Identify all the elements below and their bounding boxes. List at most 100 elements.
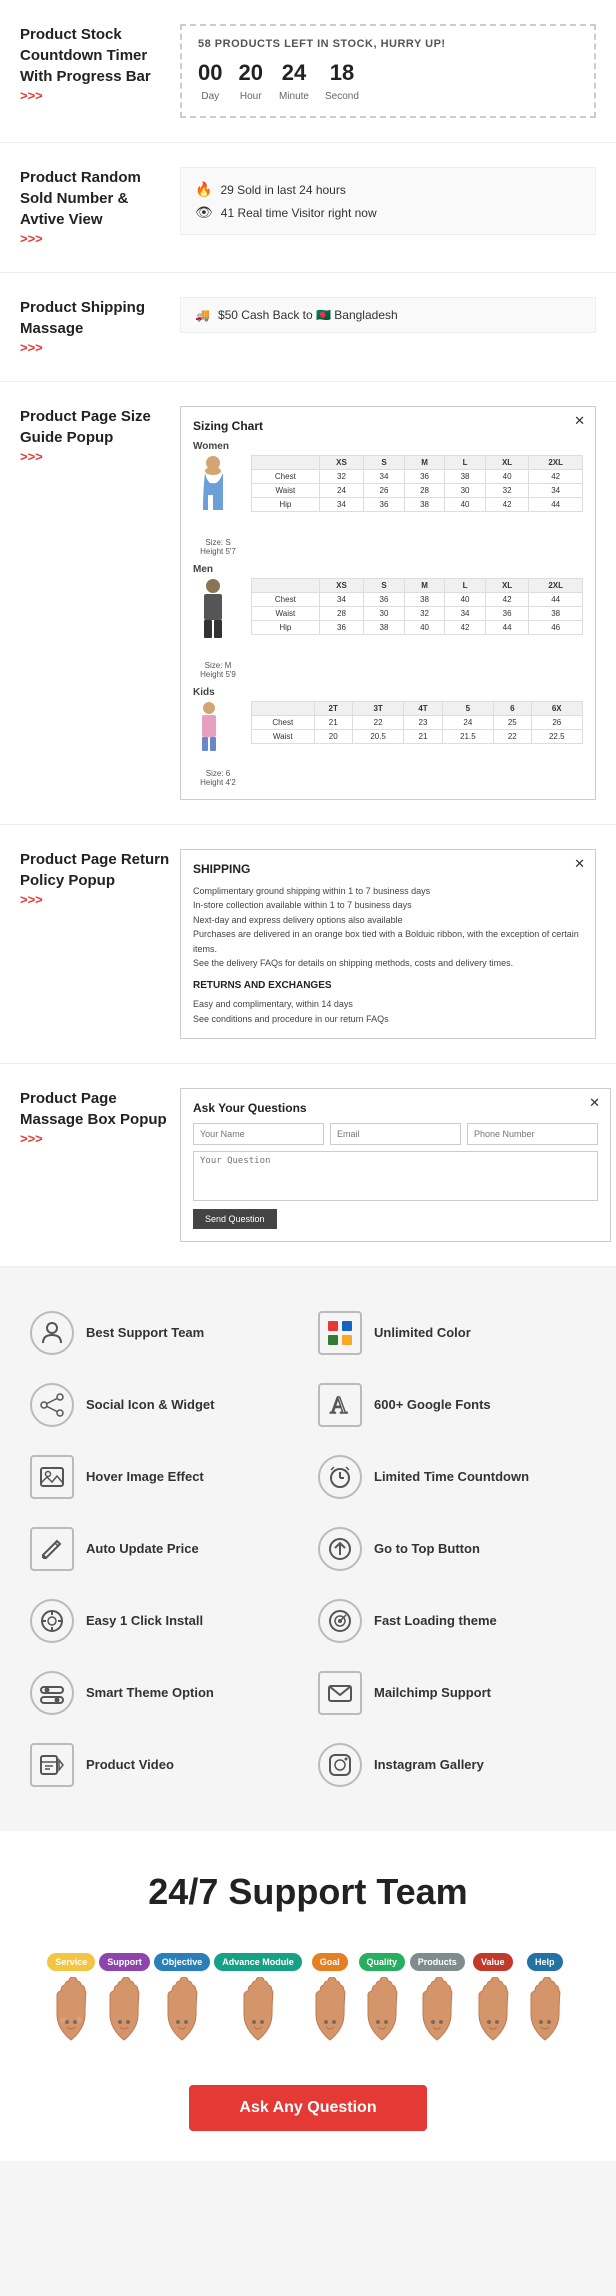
feature-instagram-label: Instagram Gallery (374, 1757, 484, 1774)
sizeguide-popup-title: Sizing Chart (193, 419, 583, 433)
messagebox-popup-title: Ask Your Questions (193, 1101, 598, 1115)
hand-products: Products (410, 1953, 465, 2045)
bubble-objective: Objective (154, 1953, 211, 1971)
install-icon (30, 1599, 74, 1643)
sizeguide-popup: ✕ Sizing Chart Women Size: SHeight 5'7 X… (180, 406, 596, 800)
feature-google-fonts-label: 600+ Google Fonts (374, 1397, 491, 1414)
support-icon (30, 1311, 74, 1355)
timer-minute-number: 24 (279, 60, 309, 86)
fonts-icon: A (318, 1383, 362, 1427)
men-size-table: XSSMLXL2XL Chest343638404244 Waist283032… (251, 578, 583, 635)
hand-svg-products (413, 1975, 461, 2045)
feature-auto-update-label: Auto Update Price (86, 1541, 199, 1558)
phone-field[interactable] (467, 1123, 598, 1145)
timer-day-label: Day (201, 91, 219, 102)
question-textarea[interactable] (193, 1151, 598, 1201)
timer-hour: 20 Hour (238, 60, 262, 104)
messagebox-widget: ✕ Ask Your Questions Send Question (180, 1088, 611, 1242)
alarm-icon (326, 1463, 354, 1491)
countdown-title: Product Stock Countdown Timer With Progr… (20, 24, 170, 87)
hand-svg-quality (358, 1975, 406, 2045)
feature-mailchimp-label: Mailchimp Support (374, 1685, 491, 1702)
message-form: Send Question (193, 1123, 598, 1229)
toggle-icon (30, 1671, 74, 1715)
feature-unlimited-color: Unlimited Color (308, 1297, 596, 1369)
return-section2-title: RETURNS AND EXCHANGES (193, 978, 583, 994)
social-icon (30, 1383, 74, 1427)
sizeguide-arrows: >>> (20, 449, 43, 464)
feature-mailchimp: Mailchimp Support (308, 1657, 596, 1729)
speed-icon (318, 1599, 362, 1643)
shipping-box: 🚚 $50 Cash Back to 🇧🇩 Bangladesh (180, 297, 596, 333)
messagebox-section: Product Page Massage Box Popup >>> ✕ Ask… (0, 1064, 616, 1267)
hand-svg-goal (306, 1975, 354, 2045)
timer-second-number: 18 (325, 60, 359, 86)
return-line1: Complimentary ground shipping within 1 t… (193, 884, 583, 898)
feature-product-video: Product Video (20, 1729, 308, 1801)
returnpolicy-popup: ✕ SHIPPING Complimentary ground shipping… (180, 849, 596, 1039)
return-line3: Next-day and express delivery options al… (193, 913, 583, 927)
sold-row2: 👁 41 Real time Visitor right now (195, 201, 581, 224)
hover-image-icon (38, 1463, 66, 1491)
camera-instagram-icon (326, 1751, 354, 1779)
hand-support: Support (99, 1953, 150, 2045)
kids-label: Kids (193, 687, 583, 698)
feature-1click: Easy 1 Click Install (20, 1585, 308, 1657)
svg-text:A: A (330, 1393, 348, 1419)
feature-social-icon: Social Icon & Widget (20, 1369, 308, 1441)
bubble-support: Support (99, 1953, 150, 1971)
timer-hour-label: Hour (240, 91, 262, 102)
feature-auto-update: Auto Update Price (20, 1513, 308, 1585)
feature-google-fonts: A 600+ Google Fonts (308, 1369, 596, 1441)
speedometer-icon (326, 1607, 354, 1635)
feature-fast-loading: Fast Loading theme (308, 1585, 596, 1657)
timer-second-label: Second (325, 91, 359, 102)
feature-go-top: Go to Top Button (308, 1513, 596, 1585)
close-icon[interactable]: ✕ (574, 856, 585, 872)
sold-row1: 🔥 29 Sold in last 24 hours (195, 178, 581, 201)
hand-help: Help (521, 1953, 569, 2045)
sold-section: Product Random Sold Number & Avtive View… (0, 143, 616, 273)
features-grid-section: Best Support Team Unlimited Color (0, 1267, 616, 1831)
countdown-label: Product Stock Countdown Timer With Progr… (20, 24, 180, 105)
returnpolicy-arrows: >>> (20, 892, 43, 907)
feature-instagram: Instagram Gallery (308, 1729, 596, 1801)
hand-quality: Quality (358, 1953, 406, 2045)
return-line6: Easy and complimentary, within 14 days (193, 997, 583, 1011)
timer-day: 00 Day (198, 60, 222, 104)
support-section: 24/7 Support Team Service Support (0, 1831, 616, 2161)
sold-widget: 🔥 29 Sold in last 24 hours 👁 41 Real tim… (180, 167, 596, 235)
feature-1click-label: Easy 1 Click Install (86, 1613, 203, 1630)
bubble-help: Help (527, 1953, 563, 1971)
go-top-icon (318, 1527, 362, 1571)
countdown-box: 58 PRODUCTS LEFT IN STOCK, HURRY UP! 00 … (180, 24, 596, 118)
sold-title: Product Random Sold Number & Avtive View (20, 167, 170, 230)
sold-arrows: >>> (20, 231, 43, 246)
sold-box: 🔥 29 Sold in last 24 hours 👁 41 Real tim… (180, 167, 596, 235)
feature-fast-loading-label: Fast Loading theme (374, 1613, 497, 1630)
msg-row-1 (193, 1123, 598, 1145)
bubble-advance: Advance Module (214, 1953, 302, 1971)
messagebox-title: Product Page Massage Box Popup (20, 1088, 170, 1130)
color-icon (318, 1311, 362, 1355)
send-question-button[interactable]: Send Question (193, 1209, 277, 1229)
returnpolicy-section: Product Page Return Policy Popup >>> ✕ S… (0, 825, 616, 1064)
email-field[interactable] (330, 1123, 461, 1145)
close-icon[interactable]: ✕ (574, 413, 585, 429)
shipping-arrows: >>> (20, 340, 43, 355)
bubble-value: Value (473, 1953, 513, 1971)
sold-label: Product Random Sold Number & Avtive View… (20, 167, 180, 248)
image-icon (30, 1455, 74, 1499)
price-tag-icon (30, 1527, 74, 1571)
name-field[interactable] (193, 1123, 324, 1145)
play-video-icon (38, 1751, 66, 1779)
hand-svg-help (521, 1975, 569, 2045)
ask-any-question-button[interactable]: Ask Any Question (189, 2085, 426, 2131)
return-content: Complimentary ground shipping within 1 t… (193, 884, 583, 1026)
close-icon[interactable]: ✕ (589, 1095, 600, 1111)
messagebox-popup: ✕ Ask Your Questions Send Question (180, 1088, 611, 1242)
bubble-quality: Quality (359, 1953, 406, 1971)
feature-unlimited-color-label: Unlimited Color (374, 1325, 471, 1342)
feature-hover-image-label: Hover Image Effect (86, 1469, 204, 1486)
hand-svg-objective (158, 1975, 206, 2045)
